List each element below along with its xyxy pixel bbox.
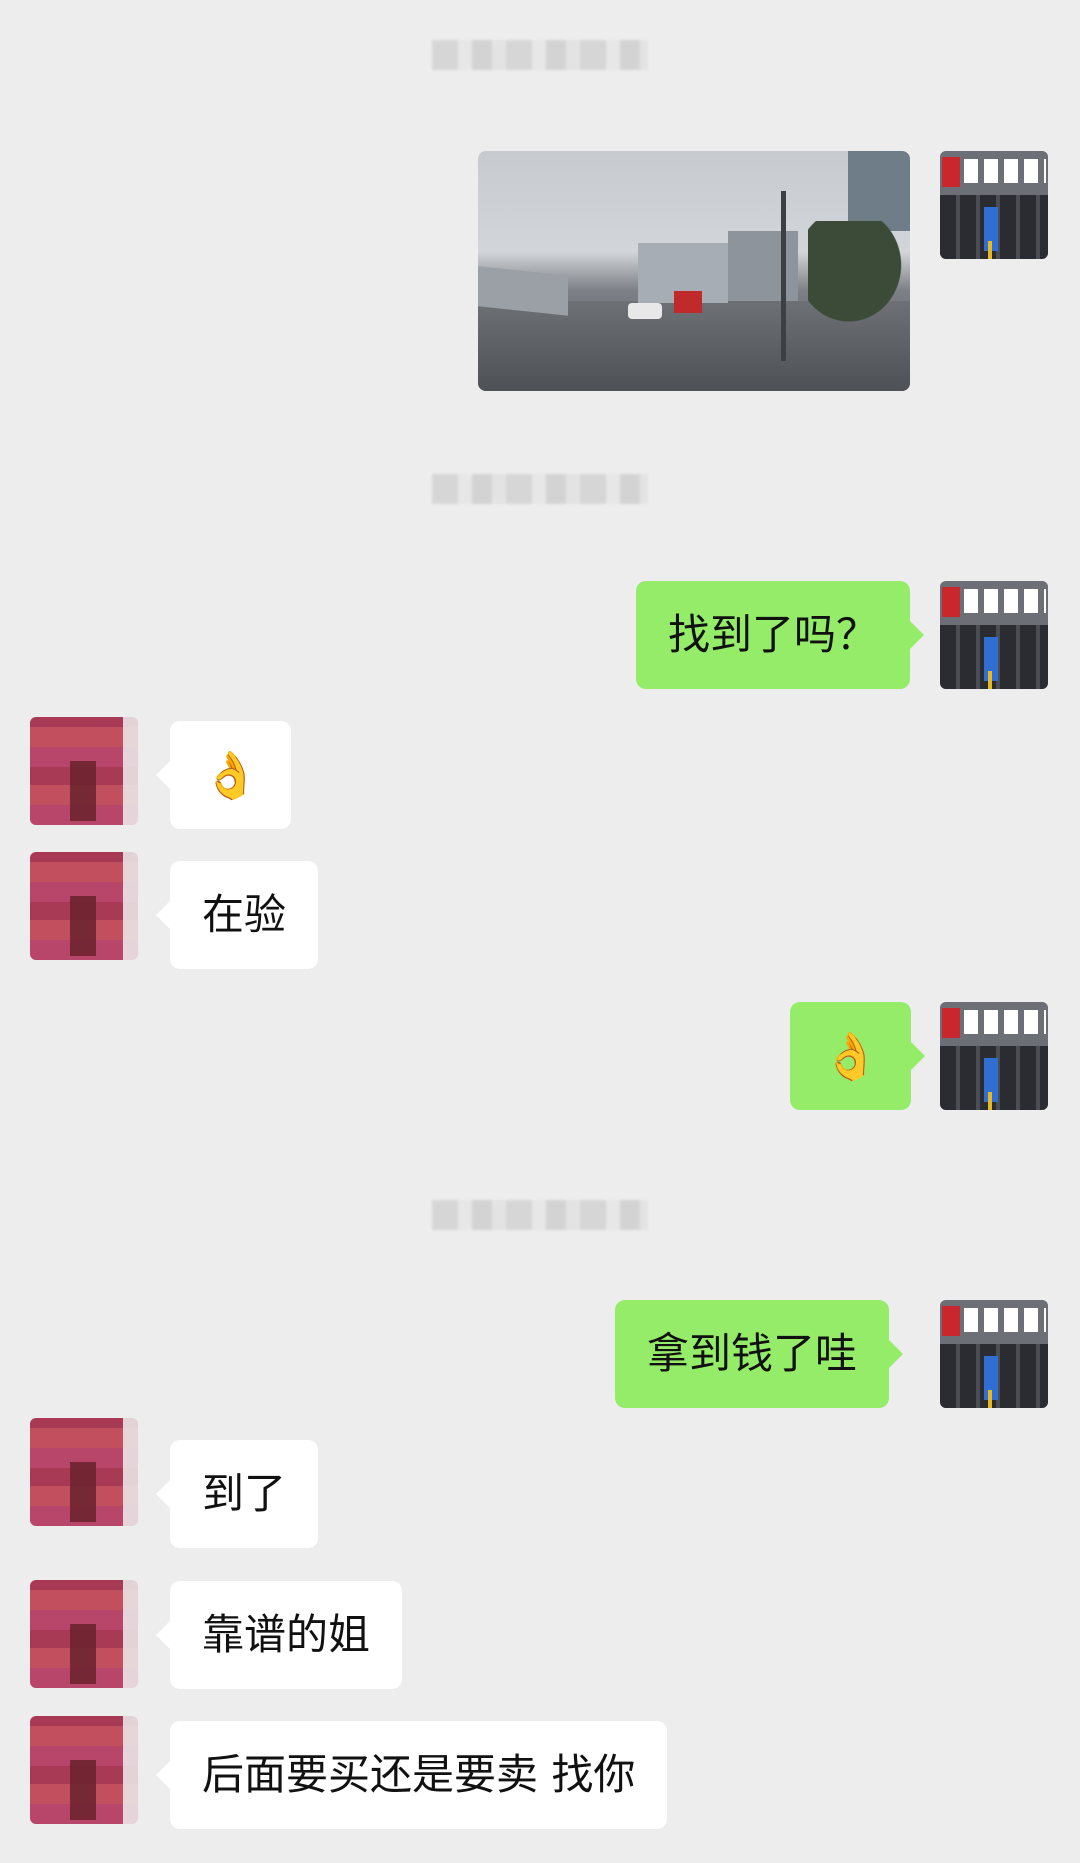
received-message-bubble[interactable]: 后面要买还是要卖 找你 bbox=[155, 1721, 668, 1829]
message-text: 找到了吗？ bbox=[668, 610, 879, 659]
timestamp-blurred bbox=[432, 474, 648, 504]
timestamp-blurred bbox=[432, 1200, 648, 1230]
photo-building bbox=[728, 231, 798, 301]
my-avatar[interactable] bbox=[940, 581, 1048, 689]
received-message-bubble[interactable]: 到了 bbox=[155, 1440, 319, 1548]
contact-avatar[interactable] bbox=[30, 1418, 138, 1526]
photo-bus bbox=[674, 291, 702, 313]
received-message-bubble[interactable]: 靠谱的姐 bbox=[155, 1581, 403, 1689]
ok-hand-icon: 👌 bbox=[822, 1029, 880, 1083]
timestamp-blurred bbox=[432, 40, 648, 70]
my-avatar[interactable] bbox=[940, 1300, 1048, 1408]
photo-tower bbox=[848, 151, 910, 231]
photo-car bbox=[628, 303, 662, 319]
contact-avatar[interactable] bbox=[30, 717, 138, 825]
sent-photo-message[interactable] bbox=[478, 151, 910, 391]
contact-avatar[interactable] bbox=[30, 1580, 138, 1688]
received-message-bubble[interactable]: 在验 bbox=[155, 861, 319, 969]
message-text: 到了 bbox=[202, 1469, 287, 1518]
contact-avatar[interactable] bbox=[30, 852, 138, 960]
photo-pole bbox=[781, 191, 786, 361]
message-text: 后面要买还是要卖 找你 bbox=[202, 1750, 636, 1799]
ok-hand-icon: 👌 bbox=[202, 748, 260, 802]
contact-avatar[interactable] bbox=[30, 1716, 138, 1824]
sent-message-bubble[interactable]: 拿到钱了哇 bbox=[615, 1300, 904, 1408]
message-text: 拿到钱了哇 bbox=[647, 1329, 858, 1378]
message-text: 靠谱的姐 bbox=[202, 1610, 371, 1659]
sent-message-bubble[interactable]: 找到了吗？ bbox=[636, 581, 925, 689]
sent-message-bubble[interactable]: 👌 bbox=[790, 1002, 926, 1110]
received-message-bubble[interactable]: 👌 bbox=[155, 721, 292, 829]
photo-trees bbox=[808, 221, 910, 331]
my-avatar[interactable] bbox=[940, 151, 1048, 259]
my-avatar[interactable] bbox=[940, 1002, 1048, 1110]
message-text: 在验 bbox=[202, 890, 287, 939]
